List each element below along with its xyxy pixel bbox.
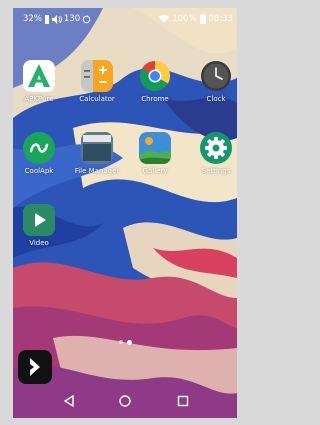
app-video[interactable]: Video — [13, 204, 65, 248]
gallery-icon — [139, 132, 171, 164]
app-coolapk[interactable]: CoolApk — [13, 132, 65, 176]
status-bar: 32% 130 100% 08:33 — [13, 8, 237, 30]
recents-icon[interactable] — [175, 393, 191, 409]
app-label: CoolApk — [24, 167, 54, 175]
home-icon[interactable] — [117, 393, 133, 409]
app-settings[interactable]: Settings — [190, 132, 237, 176]
clock-icon — [200, 60, 232, 92]
page-dot[interactable] — [119, 340, 123, 344]
app-label: Gallery — [142, 167, 168, 175]
clock-time: 08:33 — [208, 14, 234, 24]
sync-icon — [82, 15, 91, 23]
wifi-icon — [159, 15, 170, 23]
app-label: Chrome — [141, 95, 169, 103]
navigation-bar — [13, 384, 237, 418]
dock-app[interactable] — [18, 350, 52, 384]
app-label: Calculator — [79, 95, 115, 103]
calculator-icon — [81, 60, 113, 92]
app-label: APKPure — [24, 95, 54, 103]
phone-screen: 32% 130 100% 08:33 APKPure Calculator Ch… — [13, 8, 237, 418]
apkpure-icon — [23, 60, 55, 92]
app-label: Settings — [201, 167, 231, 175]
gear-icon — [200, 132, 232, 164]
app-calculator[interactable]: Calculator — [71, 60, 123, 104]
page-indicator — [119, 339, 132, 345]
app-file-manager[interactable]: File Manager — [71, 132, 123, 176]
battery-percent-left: 32% — [23, 14, 42, 24]
app-label: Clock — [206, 95, 226, 103]
app-gallery[interactable]: Gallery — [129, 132, 181, 176]
app-chrome[interactable]: Chrome — [129, 60, 181, 104]
volume-icon — [51, 14, 62, 24]
coolapk-icon — [23, 132, 55, 164]
net-speed: 130 — [63, 14, 81, 24]
battery-icon — [199, 14, 206, 24]
back-icon[interactable] — [61, 393, 77, 409]
page-dot-active[interactable] — [127, 339, 132, 345]
dock-app-icon — [30, 358, 40, 376]
battery-percent-right: 100% — [172, 14, 197, 24]
play-icon — [23, 204, 55, 236]
file-manager-icon — [81, 132, 113, 164]
app-clock[interactable]: Clock — [190, 60, 237, 104]
chrome-icon — [139, 60, 171, 92]
app-apkpure[interactable]: APKPure — [13, 60, 65, 104]
app-label: Video — [29, 239, 49, 247]
app-label: File Manager — [74, 167, 120, 175]
usb-icon — [44, 14, 49, 24]
